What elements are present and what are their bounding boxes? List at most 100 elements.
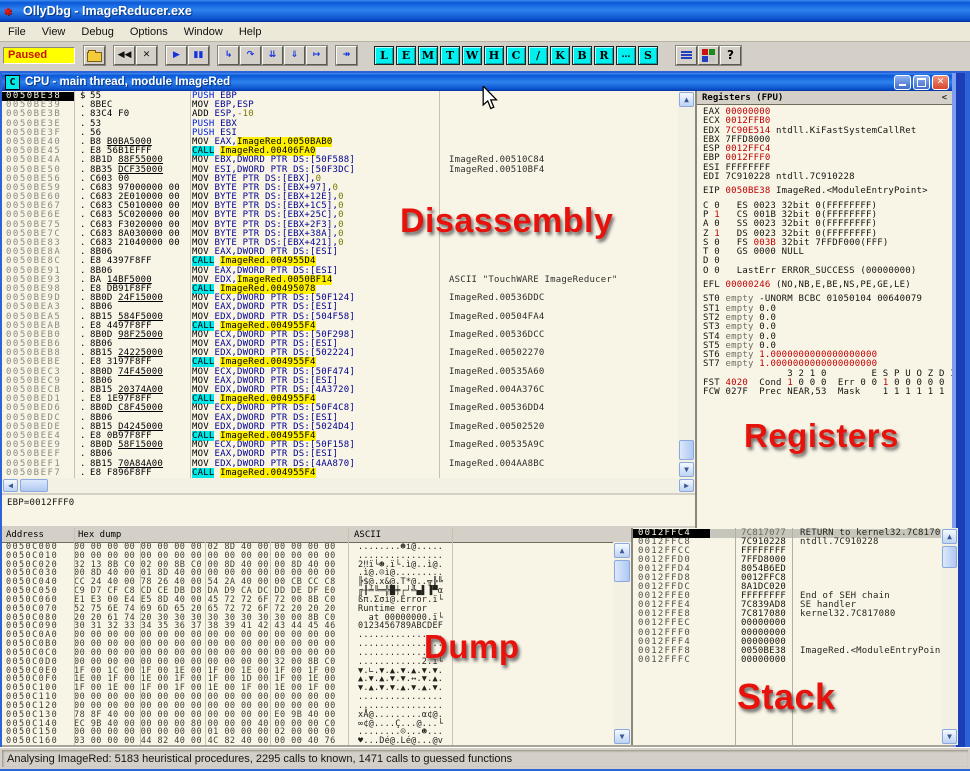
menu-item-window[interactable]: Window bbox=[176, 23, 231, 41]
minimize-button[interactable] bbox=[894, 75, 911, 90]
toolbar-letter-button-B[interactable]: B bbox=[572, 46, 592, 65]
disasm-comment bbox=[439, 101, 449, 110]
animate-over-button[interactable]: ⇓ bbox=[284, 46, 305, 65]
registers-header: Registers (FPU) < bbox=[697, 91, 952, 105]
close-button[interactable]: ✕ bbox=[932, 75, 949, 90]
toolbar-letter-button-T[interactable]: T bbox=[440, 46, 460, 65]
disasm-comment: ImageRed.00510BF4 bbox=[439, 166, 545, 175]
disassembly-vscrollbar[interactable]: ▲ ▼ bbox=[678, 91, 695, 478]
open-file-button[interactable] bbox=[84, 46, 105, 65]
annotation-label: Disassembly bbox=[400, 202, 613, 241]
toolbar-letter-button-S[interactable]: S bbox=[638, 46, 658, 65]
dump-ascii: ♥...Dé@.Lé@...@v bbox=[350, 737, 443, 745]
toolbar-letter-button-...[interactable]: … bbox=[616, 46, 636, 65]
dump-pane[interactable]: Address Hex dump ASCII 0050C00000 00 00 … bbox=[2, 528, 631, 745]
disasm-comment bbox=[439, 257, 449, 266]
scroll-left-icon[interactable]: ◀ bbox=[3, 479, 18, 492]
scroll-down-icon[interactable]: ▼ bbox=[942, 729, 957, 744]
registers-header-label: Registers (FPU) bbox=[702, 93, 783, 103]
pause-button[interactable]: ▮▮ bbox=[188, 46, 209, 65]
disasm-comment: ImageRed.00536DD4 bbox=[439, 404, 545, 413]
scroll-down-icon[interactable]: ▼ bbox=[614, 729, 630, 744]
disasm-comment bbox=[439, 267, 449, 276]
scroll-down-icon[interactable]: ▼ bbox=[679, 462, 694, 477]
menu-item-file[interactable]: File bbox=[0, 23, 34, 41]
menu-item-debug[interactable]: Debug bbox=[73, 23, 121, 41]
scroll-right-icon[interactable]: ▶ bbox=[679, 479, 694, 492]
toolbar-letter-button-W[interactable]: W bbox=[462, 46, 482, 65]
scroll-thumb[interactable] bbox=[679, 440, 694, 460]
menu-item-options[interactable]: Options bbox=[122, 23, 176, 41]
execute-till-return-button[interactable]: ↦ bbox=[306, 46, 327, 65]
registers-pane[interactable]: Registers (FPU) < EAX 00000000ECX 0012FF… bbox=[697, 91, 952, 528]
dump-header-address: Address bbox=[6, 530, 44, 540]
disasm-row[interactable]: 0050BE3E.53PUSH EBX bbox=[2, 120, 678, 129]
register-line[interactable]: EIP 0050BE38 ImageRed.<ModuleEntryPoint> bbox=[703, 187, 952, 196]
toolbar-letter-button-H[interactable]: H bbox=[484, 46, 504, 65]
register-line[interactable]: EDI 7C910228 ntdll.7C910228 bbox=[703, 173, 952, 182]
menu-item-view[interactable]: View bbox=[34, 23, 74, 41]
scroll-thumb[interactable] bbox=[942, 546, 957, 568]
help-button[interactable]: ? bbox=[720, 46, 741, 65]
cpu-window-title-bar[interactable]: C CPU - main thread, module ImageRed ✕ bbox=[2, 73, 952, 91]
dump-row[interactable]: 0050C16003 00 00 00 44 82 40 00 4C 82 40… bbox=[2, 737, 631, 745]
disasm-comment bbox=[439, 285, 449, 294]
disassembly-pane[interactable]: 0050BE38$55PUSH EBP0050BE39.8BECMOV EBP,… bbox=[2, 91, 678, 478]
restore-button[interactable] bbox=[913, 75, 930, 90]
toolbar-letter-button-K[interactable]: K bbox=[550, 46, 570, 65]
disasm-row[interactable]: 0050BEF7.E8 F896F8FFCALL ImageRed.004955… bbox=[2, 469, 678, 478]
column-separator bbox=[735, 528, 736, 745]
collapse-registers-button[interactable]: < bbox=[942, 93, 947, 103]
scroll-up-icon[interactable]: ▲ bbox=[679, 92, 694, 107]
register-line[interactable]: O 0 LastErr ERROR_SUCCESS (00000000) bbox=[703, 267, 952, 276]
pane-splitter[interactable] bbox=[631, 528, 633, 745]
toolbar-letter-button-C[interactable]: C bbox=[506, 46, 526, 65]
appearance-button[interactable] bbox=[698, 46, 719, 65]
disassembly-hscrollbar[interactable]: ◀ ▶ bbox=[2, 478, 695, 493]
toolbar-letter-button-M[interactable]: M bbox=[418, 46, 438, 65]
disasm-comment bbox=[439, 147, 449, 156]
step-into-button[interactable]: ↳ bbox=[218, 46, 239, 65]
toolbar-letter-button-L[interactable]: L bbox=[374, 46, 394, 65]
open-folder-icon bbox=[87, 52, 102, 62]
scroll-thumb[interactable] bbox=[20, 479, 48, 492]
ollydbg-window: ✱ OllyDbg - ImageReducer.exe FileViewDeb… bbox=[0, 0, 970, 771]
stack-row[interactable]: 0012FFFC00000000 bbox=[633, 656, 941, 665]
disasm-comment bbox=[439, 358, 449, 367]
pane-splitter[interactable] bbox=[695, 91, 697, 528]
windows-list-button[interactable] bbox=[676, 46, 697, 65]
go-to-address-button[interactable]: ↠ bbox=[336, 46, 357, 65]
register-line[interactable]: EFL 00000246 (NO,NB,E,BE,NS,PE,GE,LE) bbox=[703, 281, 952, 290]
appearance-icon bbox=[702, 49, 715, 62]
disasm-comment bbox=[439, 92, 449, 101]
mouse-cursor bbox=[481, 86, 498, 110]
register-line[interactable]: T 0 GS 0000 NULL bbox=[703, 248, 952, 257]
disasm-comment: ImageRed.00502270 bbox=[439, 349, 545, 358]
disasm-row[interactable]: 0050BE3B.83C4 F0ADD ESP,-10 bbox=[2, 110, 678, 119]
column-separator bbox=[439, 91, 440, 478]
scroll-up-icon[interactable]: ▲ bbox=[614, 543, 630, 558]
register-line[interactable]: FCW 027F Prec NEAR,53 Mask 1 1 1 1 1 1 bbox=[703, 388, 952, 397]
title-bar[interactable]: ✱ OllyDbg - ImageReducer.exe bbox=[0, 0, 970, 22]
disasm-address: 0050BEF7 bbox=[2, 469, 74, 478]
info-pane[interactable]: EBP=0012FFF0 bbox=[2, 495, 695, 526]
stack-vscrollbar[interactable]: ▲ ▼ bbox=[941, 528, 958, 745]
animate-into-button[interactable]: ⇊ bbox=[262, 46, 283, 65]
run-button[interactable]: ▶ bbox=[166, 46, 187, 65]
restart-button[interactable]: ◀◀ bbox=[114, 46, 135, 65]
close-program-button[interactable]: ✕ bbox=[136, 46, 157, 65]
disasm-bytes: E8 F896F8FF bbox=[90, 469, 186, 478]
disasm-comment bbox=[439, 395, 449, 404]
step-over-button[interactable]: ↷ bbox=[240, 46, 261, 65]
menu-item-help[interactable]: Help bbox=[231, 23, 270, 41]
dump-vscrollbar[interactable]: ▲ ▼ bbox=[613, 542, 631, 745]
toolbar-letter-button-E[interactable]: E bbox=[396, 46, 416, 65]
disasm-comment: ImageRed.00536DCC bbox=[439, 331, 545, 340]
disasm-comment bbox=[439, 120, 449, 129]
scroll-up-icon[interactable]: ▲ bbox=[942, 529, 957, 544]
disasm-comment bbox=[439, 432, 449, 441]
toolbar-letter-button-slash[interactable]: / bbox=[528, 46, 548, 65]
scroll-thumb[interactable] bbox=[614, 560, 630, 582]
toolbar-letter-button-R[interactable]: R bbox=[594, 46, 614, 65]
disasm-comment bbox=[439, 248, 449, 257]
